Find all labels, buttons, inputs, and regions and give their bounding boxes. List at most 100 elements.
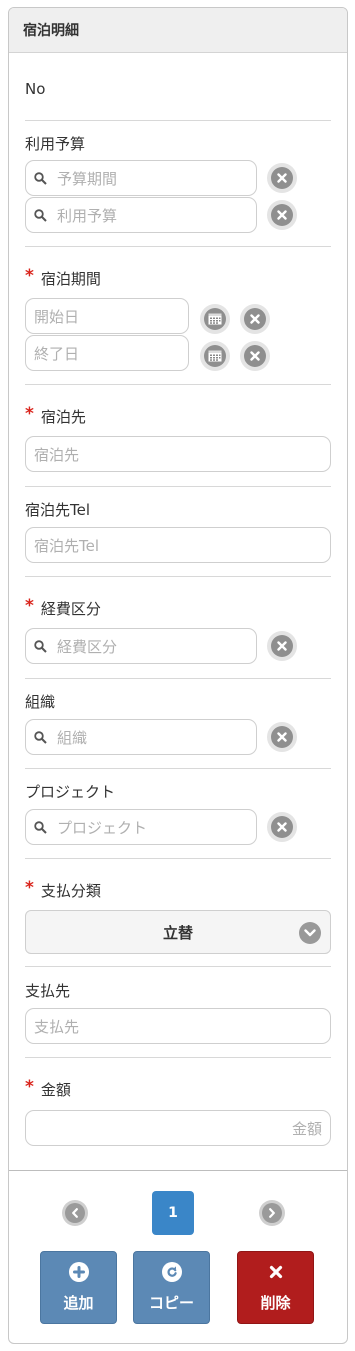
organization-input[interactable]: 組織 xyxy=(25,719,257,755)
expense-type-section: * 経費区分 xyxy=(25,596,331,619)
project-section: プロジェクト xyxy=(25,780,331,802)
close-icon xyxy=(266,1262,286,1282)
prev-page-button[interactable] xyxy=(62,1200,88,1226)
payment-type-select[interactable]: 立替 xyxy=(25,910,331,954)
expense-type-placeholder: 経費区分 xyxy=(57,637,118,656)
expense-type-input[interactable]: 経費区分 xyxy=(25,628,257,664)
budget-period-input[interactable]: 予算期間 xyxy=(25,160,257,196)
start-date-placeholder: 開始日 xyxy=(34,307,80,326)
budget-label: 利用予算 xyxy=(25,134,86,153)
amount-input[interactable]: 金額 xyxy=(25,1110,331,1146)
organization-label: 組織 xyxy=(25,692,56,711)
delete-button-label: 削除 xyxy=(260,1294,291,1312)
budget-section: 利用予算 xyxy=(25,132,331,154)
divider xyxy=(25,120,331,121)
lodging-tel-label: 宿泊先Tel xyxy=(25,500,91,519)
copy-button[interactable]: コピー xyxy=(133,1251,210,1324)
lodging-input[interactable]: 宿泊先 xyxy=(25,436,331,472)
end-date-input[interactable]: 終了日 xyxy=(25,335,189,371)
search-icon xyxy=(34,208,47,222)
project-placeholder: プロジェクト xyxy=(57,818,148,837)
close-icon xyxy=(250,314,260,324)
chevron-left-icon xyxy=(72,1208,78,1218)
clear-budget-period-button[interactable] xyxy=(267,163,297,193)
lodging-tel-placeholder: 宿泊先Tel xyxy=(34,536,100,555)
close-icon xyxy=(277,210,287,220)
search-icon xyxy=(34,171,47,185)
stay-period-section: * 宿泊期間 xyxy=(25,266,331,289)
calendar-icon xyxy=(208,313,222,325)
organization-section: 組織 xyxy=(25,690,331,712)
detail-panel: 宿泊明細 No 利用予算 予算期間 利用予算 * 宿泊期間 開始日 終了日 * … xyxy=(8,7,348,1344)
lodging-placeholder: 宿泊先 xyxy=(34,445,80,464)
amount-label: * 金額 xyxy=(25,1077,71,1099)
divider xyxy=(25,246,331,247)
divider xyxy=(25,1057,331,1058)
next-page-button[interactable] xyxy=(259,1200,285,1226)
end-date-placeholder: 終了日 xyxy=(34,344,80,363)
lodging-section: * 宿泊先 xyxy=(25,404,331,427)
organization-placeholder: 組織 xyxy=(57,728,88,747)
clear-organization-button[interactable] xyxy=(267,722,297,752)
clear-expense-type-button[interactable] xyxy=(267,631,297,661)
payee-section: 支払先 xyxy=(25,979,331,1001)
lodging-label: * 宿泊先 xyxy=(25,404,86,426)
lodging-tel-section: 宿泊先Tel xyxy=(25,498,331,520)
payee-placeholder: 支払先 xyxy=(34,1017,80,1036)
amount-section: * 金額 xyxy=(25,1077,331,1100)
add-button-label: 追加 xyxy=(63,1294,94,1312)
close-icon xyxy=(277,732,287,742)
close-icon xyxy=(277,173,287,183)
add-button[interactable]: 追加 xyxy=(40,1251,117,1324)
required-mark: * xyxy=(25,596,34,616)
refresh-icon xyxy=(161,1262,182,1282)
plus-icon xyxy=(68,1262,89,1282)
divider xyxy=(25,576,331,577)
divider xyxy=(25,966,331,967)
calendar-icon xyxy=(208,350,222,362)
chevron-right-icon xyxy=(269,1208,275,1218)
lodging-tel-input[interactable]: 宿泊先Tel xyxy=(25,527,331,563)
project-label: プロジェクト xyxy=(25,782,116,801)
panel-title: 宿泊明細 xyxy=(9,8,347,53)
required-mark: * xyxy=(25,266,34,286)
divider xyxy=(25,768,331,769)
divider xyxy=(25,858,331,859)
divider xyxy=(25,486,331,487)
expense-type-label: * 経費区分 xyxy=(25,596,101,618)
payee-label: 支払先 xyxy=(25,981,71,1000)
copy-button-label: コピー xyxy=(148,1294,194,1312)
clear-end-date-button[interactable] xyxy=(240,341,270,371)
required-mark: * xyxy=(25,878,34,898)
no-label: No xyxy=(25,80,46,98)
search-icon xyxy=(34,639,47,653)
start-date-input[interactable]: 開始日 xyxy=(25,298,189,334)
current-page-button[interactable]: 1 xyxy=(152,1191,194,1235)
required-mark: * xyxy=(25,1077,34,1097)
no-section: No xyxy=(25,78,331,100)
chevron-down-icon xyxy=(299,922,321,944)
amount-placeholder: 金額 xyxy=(291,1119,322,1138)
payment-type-value: 立替 xyxy=(162,923,193,942)
clear-start-date-button[interactable] xyxy=(240,304,270,334)
project-input[interactable]: プロジェクト xyxy=(25,809,257,845)
divider xyxy=(25,678,331,679)
payment-type-label: * 支払分類 xyxy=(25,878,101,900)
divider xyxy=(25,384,331,385)
required-mark: * xyxy=(25,404,34,424)
end-date-calendar-button[interactable] xyxy=(200,341,230,371)
close-icon xyxy=(277,641,287,651)
search-icon xyxy=(34,820,47,834)
budget-input[interactable]: 利用予算 xyxy=(25,197,257,233)
clear-budget-button[interactable] xyxy=(267,200,297,230)
footer-divider xyxy=(9,1170,347,1171)
search-icon xyxy=(34,730,47,744)
payee-input[interactable]: 支払先 xyxy=(25,1008,331,1044)
budget-placeholder: 利用予算 xyxy=(57,206,118,225)
payment-type-section: * 支払分類 xyxy=(25,878,331,901)
clear-project-button[interactable] xyxy=(267,812,297,842)
stay-period-label: * 宿泊期間 xyxy=(25,266,101,288)
close-icon xyxy=(250,351,260,361)
start-date-calendar-button[interactable] xyxy=(200,304,230,334)
delete-button[interactable]: 削除 xyxy=(237,1251,314,1324)
